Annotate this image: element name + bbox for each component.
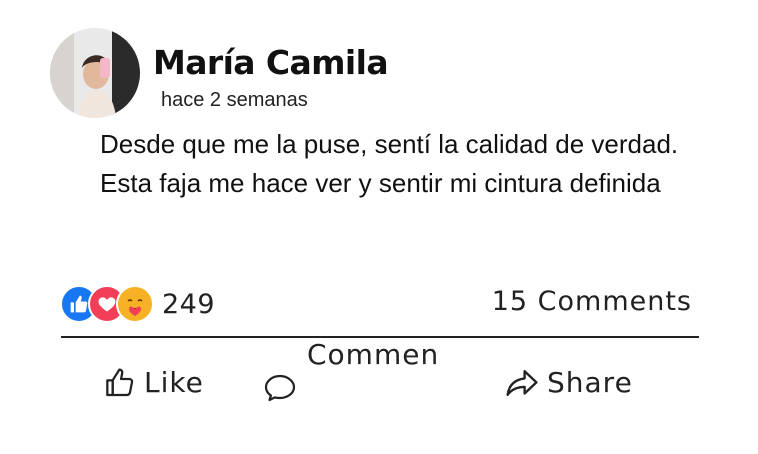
comment-button[interactable]: Commen [307,338,439,371]
share-label: Share [547,366,633,399]
post-text: Desde que me la puse, sentí la calidad d… [100,129,679,198]
like-label: Like [144,366,204,399]
care-icon [116,285,154,323]
like-button[interactable]: Like [104,366,204,399]
avatar-photo [50,28,140,118]
author-name[interactable]: María Camila [153,41,389,85]
thumbs-up-icon [104,367,136,399]
share-arrow-icon [505,367,539,399]
share-button[interactable]: Share [505,366,633,399]
avatar[interactable] [50,28,140,118]
post-timestamp[interactable]: hace 2 semanas [161,86,308,114]
comments-count-link[interactable]: 15 Comments [492,286,692,317]
reaction-count: 249 [162,288,216,320]
reactions-summary[interactable]: 249 [60,284,215,324]
comment-icon[interactable] [263,373,297,403]
